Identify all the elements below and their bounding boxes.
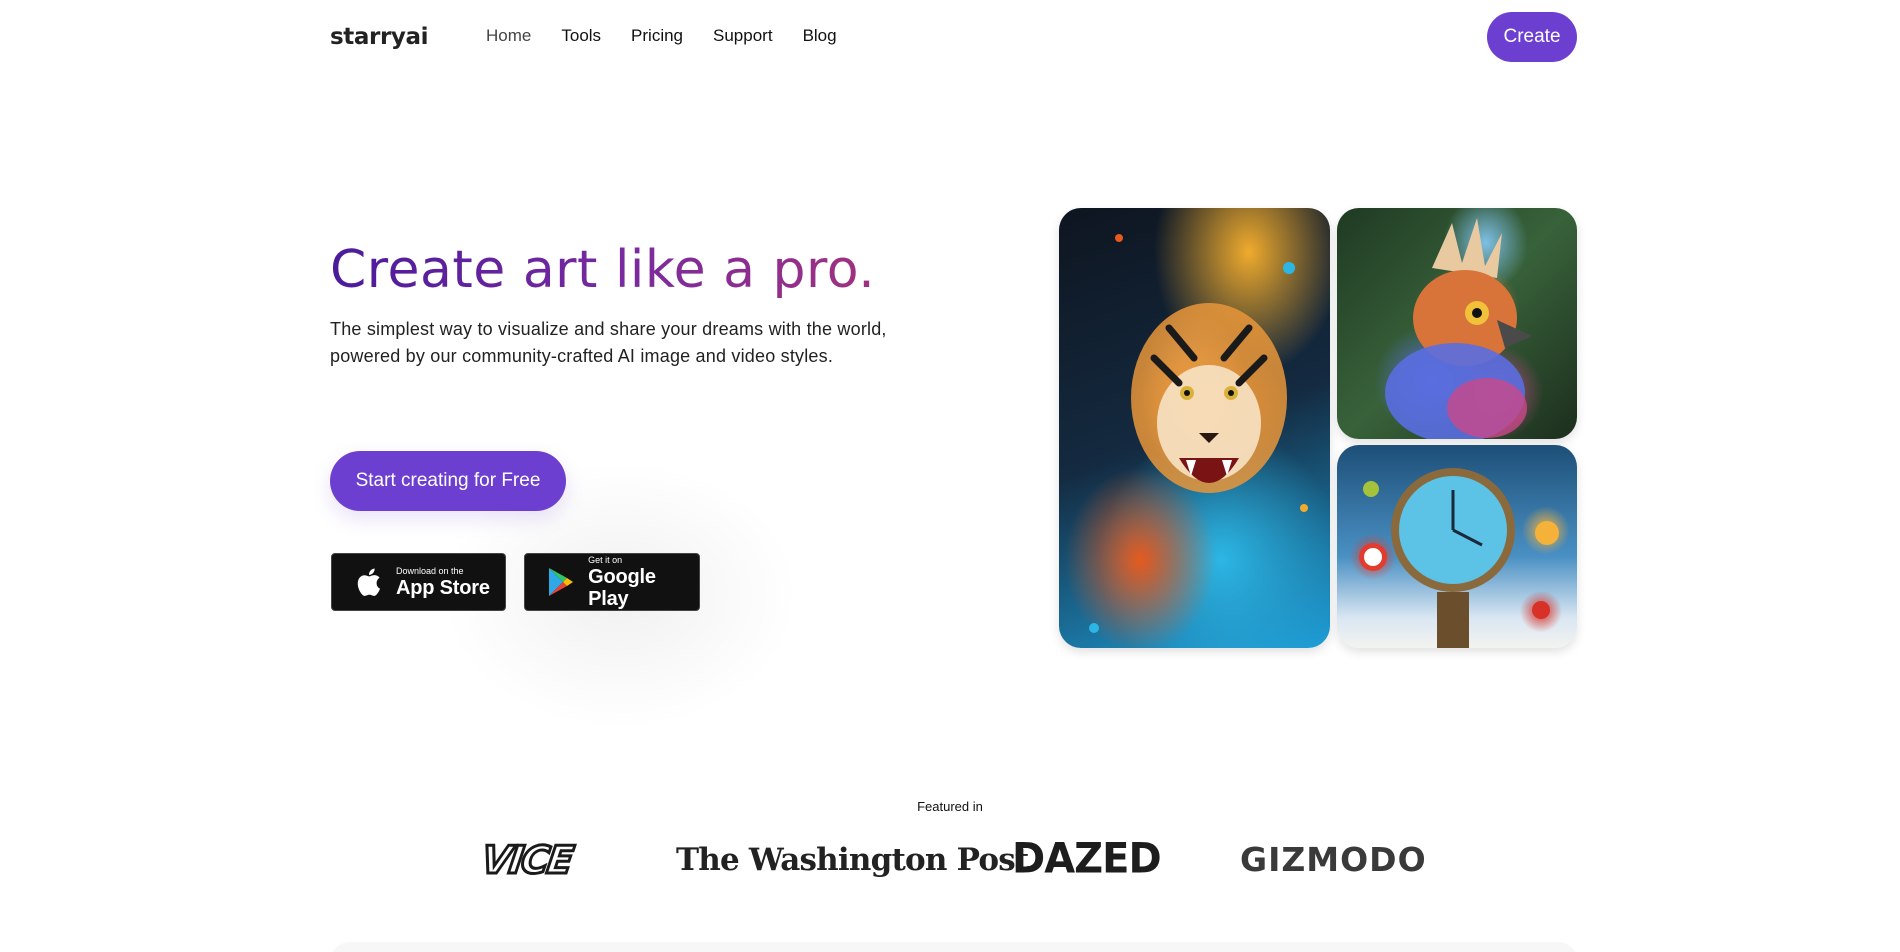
google-play-button[interactable]: Get it on Google Play: [524, 553, 700, 611]
washington-post-logo: The Washington Post: [676, 842, 1029, 878]
create-button[interactable]: Create: [1487, 12, 1577, 62]
start-creating-button[interactable]: Start creating for Free: [330, 451, 566, 511]
tiger-artwork-image: [1059, 208, 1330, 648]
nav-link-tools[interactable]: Tools: [561, 26, 601, 46]
google-play-small-text: Get it on: [588, 554, 623, 565]
app-store-text: Download on the App Store: [396, 566, 490, 599]
top-nav: starryai Home Tools Pricing Support Blog…: [0, 0, 1900, 74]
featured-in-label: Featured in: [917, 799, 983, 814]
nav-link-support[interactable]: Support: [713, 26, 773, 46]
vice-logo: VICE: [477, 837, 576, 884]
nav-link-blog[interactable]: Blog: [803, 26, 837, 46]
google-play-icon: [541, 562, 580, 602]
app-store-big-text: App Store: [396, 576, 490, 599]
hero-description: The simplest way to visualize and share …: [330, 319, 887, 366]
hero-title: Create art like a pro.: [330, 240, 876, 300]
google-play-big-text: Google Play: [588, 565, 656, 610]
nav-link-home[interactable]: Home: [486, 26, 531, 46]
gizmodo-logo: GIZMODO: [1240, 840, 1427, 879]
app-store-small-text: Download on the: [396, 565, 464, 576]
starryai-logo[interactable]: starryai: [330, 24, 428, 50]
nav-link-pricing[interactable]: Pricing: [631, 26, 683, 46]
clock-artwork-image: [1337, 445, 1577, 648]
next-section-card: [330, 942, 1578, 952]
apple-icon: [348, 562, 388, 602]
bird-artwork-image: [1337, 208, 1577, 439]
dazed-logo: DAZED: [1012, 834, 1162, 884]
google-play-text: Get it on Google Play: [588, 555, 699, 610]
nav-links: Home Tools Pricing Support Blog: [486, 26, 867, 46]
app-store-button[interactable]: Download on the App Store: [331, 553, 506, 611]
